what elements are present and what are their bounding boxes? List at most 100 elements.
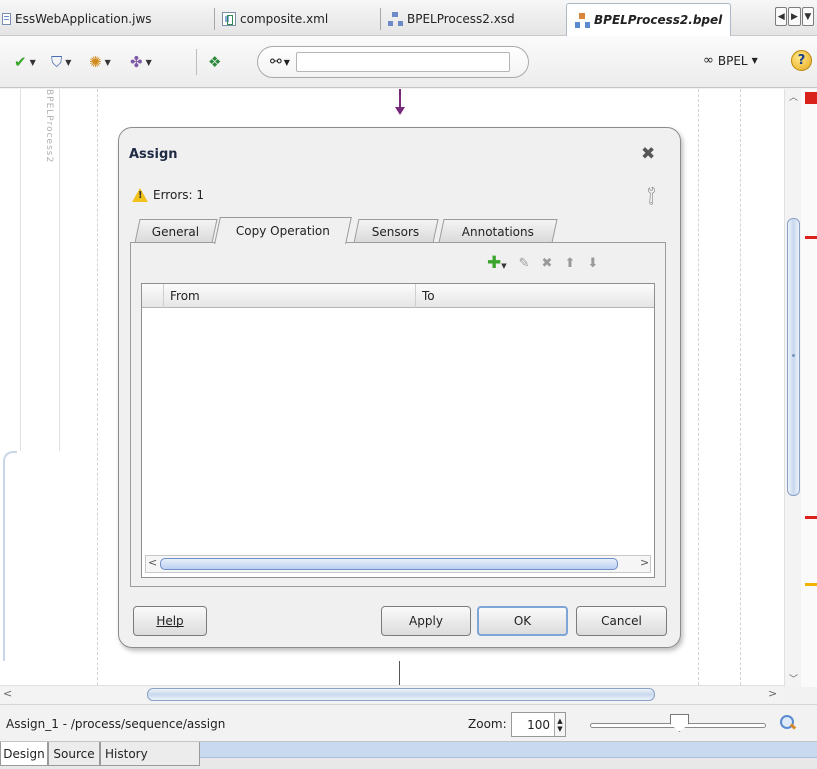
zoom-magnifier-icon[interactable] (779, 714, 796, 731)
glasses-icon: ∞ (703, 53, 714, 68)
tab-label: History (105, 746, 148, 761)
vertical-scrollbar[interactable]: ︿ ﹀ (784, 89, 801, 687)
errors-text: Errors: 1 (153, 188, 204, 202)
zoom-value[interactable]: 100 (512, 718, 554, 732)
toolbar: ✔ ▼ ⛉ ▼ ✺ ▼ ✤ ▼ ❖ ⚯ ▼ ∞ BPEL ▼ ? (0, 36, 817, 88)
editor-tab-label: BPELProcess2.bpel (594, 13, 723, 27)
wrench-icon[interactable]: 🔧︎ (639, 184, 663, 208)
scroll-right-icon[interactable]: > (640, 556, 649, 569)
tab-scroll-right-icon[interactable]: ▶ (788, 7, 801, 26)
help-icon[interactable]: ? (791, 50, 812, 71)
warning-marker[interactable] (805, 583, 817, 586)
help-button[interactable]: Help (133, 606, 207, 636)
apply-button[interactable]: Apply (381, 606, 471, 636)
search-input[interactable] (295, 52, 510, 72)
table-horizontal-scrollbar[interactable]: < > (145, 555, 651, 573)
copy-operation-panel: ✚▼ ✎ ✖ ⬆ ⬇ From To < > (130, 242, 666, 587)
error-marker[interactable] (805, 516, 817, 519)
editor-tab-label: composite.xml (240, 12, 329, 26)
editor-tab-composite[interactable]: composite.xml (214, 4, 329, 34)
process-lane (20, 89, 60, 451)
editor-tab-xsd[interactable]: BPELProcess2.xsd (380, 4, 515, 34)
edit-pencil-icon[interactable]: ✎ (519, 256, 530, 271)
editor-tab-essweb[interactable]: EssWebApplication.jws (2, 4, 152, 34)
spin-up-icon[interactable]: ▲ (557, 717, 562, 725)
view-tab-bar: Design Source History (0, 741, 817, 769)
checkmark-icon: ✔ (14, 53, 27, 71)
scroll-right-icon[interactable]: > (768, 687, 777, 700)
column-from[interactable]: From (164, 284, 416, 308)
zoom-label: Zoom: (468, 717, 507, 731)
scope-bracket (3, 451, 17, 661)
refresh-icon: ✺ (89, 53, 102, 71)
spinner-arrows[interactable]: ▲ ▼ (554, 713, 565, 736)
tab-list-dropdown-icon[interactable]: ▼ (801, 7, 814, 26)
table-scroll-thumb[interactable] (160, 558, 618, 570)
lane-label: BPELProcess2 (44, 89, 54, 164)
tab-separator (380, 8, 381, 30)
tab-label: General (152, 224, 200, 239)
ok-button[interactable]: OK (477, 606, 568, 636)
add-copy-rule-icon[interactable]: ✚▼ (487, 253, 507, 273)
tab-separator (214, 8, 215, 30)
schema-file-icon (388, 12, 403, 26)
tab-design[interactable]: Design (0, 742, 48, 766)
copy-rules-table[interactable]: From To < > (141, 283, 655, 578)
spin-down-icon[interactable]: ▼ (557, 725, 562, 733)
ok-button-label: OK (513, 614, 532, 628)
chevron-down-icon: ▼ (145, 57, 152, 67)
bookmark-icon: ⛉ (51, 53, 63, 71)
horizontal-scrollbar[interactable]: < > (0, 685, 784, 702)
copy-rule-toolbar: ✚▼ ✎ ✖ ⬆ ⬇ (487, 253, 598, 273)
workspace-file-icon (2, 13, 11, 25)
scroll-up-icon[interactable]: ︿ (786, 89, 801, 103)
error-marker[interactable] (805, 92, 817, 104)
tab-general[interactable]: General (134, 219, 218, 243)
tab-history[interactable]: History (100, 742, 200, 766)
editor-tab-label: BPELProcess2.xsd (407, 12, 515, 26)
schema-button[interactable]: ❖ (208, 51, 221, 73)
column-to[interactable]: To (416, 284, 654, 308)
bpel-menu[interactable]: ∞ BPEL ▼ (703, 53, 758, 68)
bookmark-button[interactable]: ⛉ ▼ (51, 51, 71, 73)
toolbar-separator (196, 49, 197, 75)
deploy-icon: ✤ (130, 53, 143, 71)
move-down-icon[interactable]: ⬇ (587, 256, 598, 271)
deploy-button[interactable]: ✤ ▼ (130, 51, 152, 73)
tab-navigation: ◀ ▶ ▼ (775, 7, 815, 26)
selection-path: Assign_1 - /process/sequence/assign (6, 717, 226, 731)
composite-file-icon (222, 12, 236, 26)
search-box: ⚯ ▼ (257, 46, 529, 78)
chevron-down-icon: ▼ (65, 57, 72, 67)
error-marker[interactable] (805, 236, 817, 239)
tab-label: Source (53, 746, 95, 761)
scroll-left-icon[interactable]: < (148, 556, 157, 569)
lane-divider (740, 89, 741, 685)
error-overview-ruler (801, 89, 817, 687)
tab-source[interactable]: Source (48, 742, 100, 766)
scroll-left-icon[interactable]: < (3, 687, 12, 700)
move-up-icon[interactable]: ⬆ (564, 256, 575, 271)
tab-annotations[interactable]: Annotations (438, 219, 558, 243)
tab-label: Design (3, 746, 45, 761)
scroll-down-icon[interactable]: ﹀ (786, 671, 801, 685)
cancel-button[interactable]: Cancel (576, 606, 667, 636)
tab-sensors[interactable]: Sensors (353, 219, 439, 243)
refresh-button[interactable]: ✺ ▼ (89, 51, 111, 73)
zoom-spinner[interactable]: 100 ▲ ▼ (511, 712, 566, 737)
table-header-cell (142, 284, 164, 308)
lane-divider (698, 89, 699, 685)
close-icon[interactable]: ✖ (641, 144, 655, 164)
binoculars-icon[interactable]: ⚯ (270, 54, 282, 70)
tab-copy-operation[interactable]: Copy Operation (214, 217, 352, 244)
delete-icon[interactable]: ✖ (542, 256, 553, 271)
vertical-scroll-thumb[interactable] (787, 218, 800, 496)
flow-arrow-icon (395, 107, 405, 115)
editor-tab-bpel[interactable]: BPELProcess2.bpel (566, 3, 732, 36)
zoom-slider-thumb[interactable] (670, 714, 689, 732)
chevron-down-icon[interactable]: ▼ (284, 58, 290, 67)
horizontal-scroll-thumb[interactable] (147, 688, 655, 701)
tab-scroll-left-icon[interactable]: ◀ (775, 7, 788, 26)
lane-divider (97, 89, 98, 685)
validate-button[interactable]: ✔ ▼ (14, 51, 36, 73)
